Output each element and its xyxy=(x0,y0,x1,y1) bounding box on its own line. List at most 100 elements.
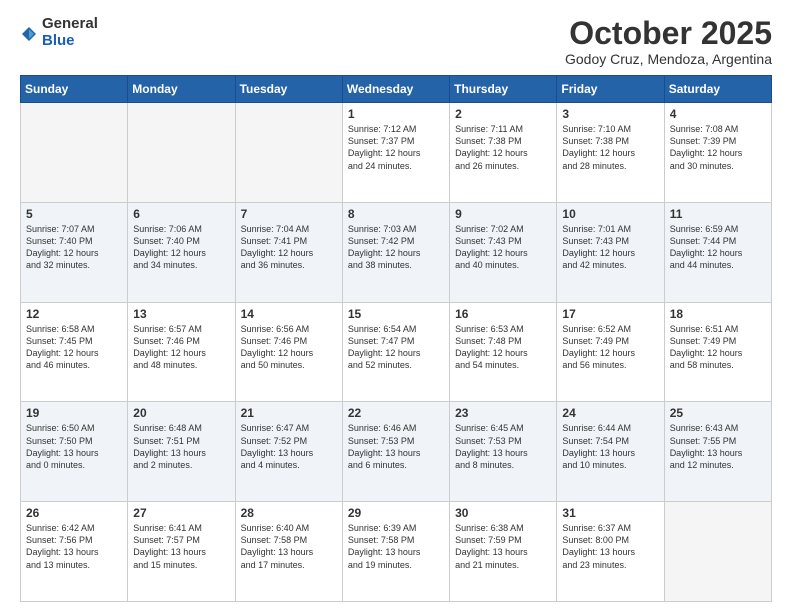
logo-icon xyxy=(20,25,38,43)
day-info: Sunrise: 6:43 AM Sunset: 7:55 PM Dayligh… xyxy=(670,422,766,471)
day-number: 31 xyxy=(562,506,658,520)
day-info: Sunrise: 7:01 AM Sunset: 7:43 PM Dayligh… xyxy=(562,223,658,272)
logo-blue: Blue xyxy=(42,33,98,50)
table-row: 1 Sunrise: 7:12 AM Sunset: 7:37 PM Daylig… xyxy=(342,103,449,203)
day-info: Sunrise: 6:47 AM Sunset: 7:52 PM Dayligh… xyxy=(241,422,337,471)
day-info: Sunrise: 7:10 AM Sunset: 7:38 PM Dayligh… xyxy=(562,123,658,172)
day-number: 14 xyxy=(241,307,337,321)
day-info: Sunrise: 6:54 AM Sunset: 7:47 PM Dayligh… xyxy=(348,323,444,372)
day-number: 5 xyxy=(26,207,122,221)
day-info: Sunrise: 6:46 AM Sunset: 7:53 PM Dayligh… xyxy=(348,422,444,471)
day-info: Sunrise: 6:48 AM Sunset: 7:51 PM Dayligh… xyxy=(133,422,229,471)
col-sunday: Sunday xyxy=(21,76,128,103)
day-info: Sunrise: 7:02 AM Sunset: 7:43 PM Dayligh… xyxy=(455,223,551,272)
table-row: 2Sunrise: 7:11 AM Sunset: 7:38 PM Daylig… xyxy=(450,103,557,203)
table-row: 11 Sunrise: 6:59 AM Sunset: 7:44 PM Dayli… xyxy=(664,202,771,302)
day-info: Sunrise: 6:45 AM Sunset: 7:53 PM Dayligh… xyxy=(455,422,551,471)
table-row xyxy=(21,103,128,203)
day-info: Sunrise: 7:08 AM Sunset: 7:39 PM Dayligh… xyxy=(670,123,766,172)
day-info: Sunrise: 6:40 AM Sunset: 7:58 PM Dayligh… xyxy=(241,522,337,571)
logo-text: General Blue xyxy=(42,16,98,49)
table-row: 26Sunrise: 6:42 AM Sunset: 7:56 PM Dayli… xyxy=(21,502,128,602)
day-info: Sunrise: 7:06 AM Sunset: 7:40 PM Dayligh… xyxy=(133,223,229,272)
day-info: Sunrise: 6:44 AM Sunset: 7:54 PM Dayligh… xyxy=(562,422,658,471)
table-row: 15 Sunrise: 6:54 AM Sunset: 7:47 PM Dayli… xyxy=(342,302,449,402)
day-number: 28 xyxy=(241,506,337,520)
day-number: 20 xyxy=(133,406,229,420)
table-row: 31 Sunrise: 6:37 AM Sunset: 8:00 PM Dayli… xyxy=(557,502,664,602)
table-row: 16Sunrise: 6:53 AM Sunset: 7:48 PM Dayli… xyxy=(450,302,557,402)
day-info: Sunrise: 6:52 AM Sunset: 7:49 PM Dayligh… xyxy=(562,323,658,372)
day-info: Sunrise: 6:37 AM Sunset: 8:00 PM Dayligh… xyxy=(562,522,658,571)
col-friday: Friday xyxy=(557,76,664,103)
day-number: 21 xyxy=(241,406,337,420)
calendar-week-row: 19 Sunrise: 6:50 AM Sunset: 7:50 PM Dayli… xyxy=(21,402,772,502)
day-info: Sunrise: 6:51 AM Sunset: 7:49 PM Dayligh… xyxy=(670,323,766,372)
header: General Blue October 2025 Godoy Cruz, Me… xyxy=(20,16,772,67)
day-number: 6 xyxy=(133,207,229,221)
table-row: 12 Sunrise: 6:58 AM Sunset: 7:45 PM Dayli… xyxy=(21,302,128,402)
col-thursday: Thursday xyxy=(450,76,557,103)
col-monday: Monday xyxy=(128,76,235,103)
day-number: 11 xyxy=(670,207,766,221)
table-row xyxy=(128,103,235,203)
day-number: 16 xyxy=(455,307,551,321)
day-info: Sunrise: 6:41 AM Sunset: 7:57 PM Dayligh… xyxy=(133,522,229,571)
day-number: 22 xyxy=(348,406,444,420)
table-row: 14 Sunrise: 6:56 AM Sunset: 7:46 PM Dayli… xyxy=(235,302,342,402)
table-row: 13 Sunrise: 6:57 AM Sunset: 7:46 PM Dayli… xyxy=(128,302,235,402)
day-number: 29 xyxy=(348,506,444,520)
day-info: Sunrise: 6:56 AM Sunset: 7:46 PM Dayligh… xyxy=(241,323,337,372)
day-info: Sunrise: 7:04 AM Sunset: 7:41 PM Dayligh… xyxy=(241,223,337,272)
table-row xyxy=(664,502,771,602)
table-row: 21 Sunrise: 6:47 AM Sunset: 7:52 PM Dayli… xyxy=(235,402,342,502)
title-block: October 2025 Godoy Cruz, Mendoza, Argent… xyxy=(565,16,772,67)
day-number: 15 xyxy=(348,307,444,321)
page: General Blue October 2025 Godoy Cruz, Me… xyxy=(0,0,792,612)
day-number: 8 xyxy=(348,207,444,221)
table-row: 23 Sunrise: 6:45 AM Sunset: 7:53 PM Dayli… xyxy=(450,402,557,502)
day-number: 4 xyxy=(670,107,766,121)
day-info: Sunrise: 6:58 AM Sunset: 7:45 PM Dayligh… xyxy=(26,323,122,372)
day-info: Sunrise: 6:50 AM Sunset: 7:50 PM Dayligh… xyxy=(26,422,122,471)
table-row: 17Sunrise: 6:52 AM Sunset: 7:49 PM Dayli… xyxy=(557,302,664,402)
day-number: 19 xyxy=(26,406,122,420)
day-number: 7 xyxy=(241,207,337,221)
calendar-subtitle: Godoy Cruz, Mendoza, Argentina xyxy=(565,51,772,67)
calendar-week-row: 12 Sunrise: 6:58 AM Sunset: 7:45 PM Dayli… xyxy=(21,302,772,402)
calendar-week-row: 26Sunrise: 6:42 AM Sunset: 7:56 PM Dayli… xyxy=(21,502,772,602)
day-number: 3 xyxy=(562,107,658,121)
day-number: 12 xyxy=(26,307,122,321)
day-number: 23 xyxy=(455,406,551,420)
day-number: 10 xyxy=(562,207,658,221)
calendar-week-row: 5Sunrise: 7:07 AM Sunset: 7:40 PM Daylig… xyxy=(21,202,772,302)
col-saturday: Saturday xyxy=(664,76,771,103)
table-row: 6 Sunrise: 7:06 AM Sunset: 7:40 PM Daylig… xyxy=(128,202,235,302)
table-row: 24 Sunrise: 6:44 AM Sunset: 7:54 PM Dayli… xyxy=(557,402,664,502)
day-info: Sunrise: 6:42 AM Sunset: 7:56 PM Dayligh… xyxy=(26,522,122,571)
calendar-title: October 2025 xyxy=(565,16,772,51)
day-number: 13 xyxy=(133,307,229,321)
day-info: Sunrise: 6:57 AM Sunset: 7:46 PM Dayligh… xyxy=(133,323,229,372)
day-number: 2 xyxy=(455,107,551,121)
day-number: 18 xyxy=(670,307,766,321)
day-number: 24 xyxy=(562,406,658,420)
table-row: 27 Sunrise: 6:41 AM Sunset: 7:57 PM Dayli… xyxy=(128,502,235,602)
day-number: 1 xyxy=(348,107,444,121)
day-number: 30 xyxy=(455,506,551,520)
table-row: 25Sunrise: 6:43 AM Sunset: 7:55 PM Dayli… xyxy=(664,402,771,502)
day-info: Sunrise: 7:12 AM Sunset: 7:37 PM Dayligh… xyxy=(348,123,444,172)
table-row xyxy=(235,103,342,203)
day-info: Sunrise: 7:03 AM Sunset: 7:42 PM Dayligh… xyxy=(348,223,444,272)
day-info: Sunrise: 6:59 AM Sunset: 7:44 PM Dayligh… xyxy=(670,223,766,272)
table-row: 22 Sunrise: 6:46 AM Sunset: 7:53 PM Dayli… xyxy=(342,402,449,502)
table-row: 7 Sunrise: 7:04 AM Sunset: 7:41 PM Daylig… xyxy=(235,202,342,302)
col-wednesday: Wednesday xyxy=(342,76,449,103)
table-row: 3 Sunrise: 7:10 AM Sunset: 7:38 PM Daylig… xyxy=(557,103,664,203)
col-tuesday: Tuesday xyxy=(235,76,342,103)
table-row: 29Sunrise: 6:39 AM Sunset: 7:58 PM Dayli… xyxy=(342,502,449,602)
day-number: 27 xyxy=(133,506,229,520)
logo-general: General xyxy=(42,16,98,33)
table-row: 9Sunrise: 7:02 AM Sunset: 7:43 PM Daylig… xyxy=(450,202,557,302)
calendar-week-row: 1 Sunrise: 7:12 AM Sunset: 7:37 PM Daylig… xyxy=(21,103,772,203)
